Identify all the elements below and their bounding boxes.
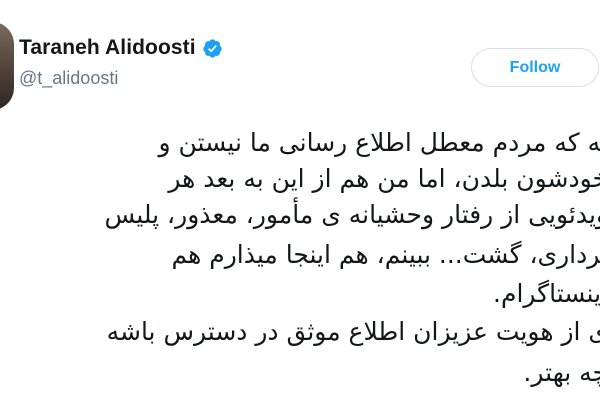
- tweet-text: به که مردم معطل اطلاع رسانی ما نیستن و خ…: [0, 114, 600, 400]
- tweet-line: ویدئویی از رفتار وحشیانه ی مأمور، معذور،…: [104, 200, 600, 229]
- tweet-line: اینستاگرام.: [493, 279, 600, 308]
- tweet-line: ی از هویت عزیزان اطلاع موثق در دسترس باش…: [106, 317, 600, 346]
- tweet-line: چه بهتر.: [523, 358, 600, 387]
- user-handle[interactable]: @t_alidoosti: [19, 68, 118, 89]
- avatar[interactable]: [0, 22, 14, 110]
- verified-badge-icon: [203, 38, 222, 58]
- display-name[interactable]: Taraneh Alidoosti: [19, 36, 196, 60]
- tweet-line: خودشون بلدن، اما من هم از این به بعد هر: [168, 164, 600, 193]
- follow-button[interactable]: Follow: [471, 48, 599, 87]
- name-row: Taraneh Alidoosti: [19, 36, 223, 60]
- tweet-line: به که مردم معطل اطلاع رسانی ما نیستن و: [158, 128, 600, 157]
- tweet-header: Taraneh Alidoosti @t_alidoosti Follow: [0, 0, 600, 110]
- tweet-line: برداری، گشت... ببینم، هم اینجا میذارم هم: [171, 240, 600, 269]
